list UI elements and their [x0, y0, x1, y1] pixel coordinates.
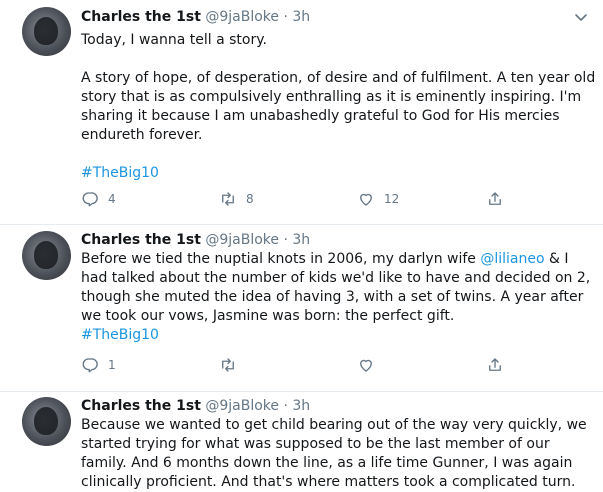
separator: ·: [283, 398, 288, 414]
share-button[interactable]: [486, 189, 504, 209]
tweet-paragraph: A story of hope, of desperation, of desi…: [81, 70, 596, 143]
retweet-count: 8: [246, 192, 254, 206]
tweet-header: Charles the 1st @9jaBloke · 3h: [81, 231, 310, 249]
like-button[interactable]: 12: [357, 189, 399, 209]
tweet-header: Charles the 1st @9jaBloke · 3h: [81, 8, 310, 26]
share-icon: [489, 358, 501, 371]
tweet-paragraph: Because we wanted to get child bearing o…: [81, 417, 587, 490]
avatar[interactable]: [22, 231, 71, 280]
tweet-text: Today, I wanna tell a story. A story of …: [81, 31, 596, 183]
avatar[interactable]: [22, 397, 71, 446]
display-name[interactable]: Charles the 1st: [81, 232, 201, 248]
tweet-actions: 4 8 12: [81, 189, 511, 209]
timestamp[interactable]: 3h: [292, 232, 310, 248]
tweet-paragraph: Today, I wanna tell a story.: [81, 32, 267, 48]
retweet-button[interactable]: [219, 355, 246, 375]
separator: ·: [283, 9, 288, 25]
reply-icon: [82, 358, 98, 373]
like-button[interactable]: [357, 355, 384, 375]
retweet-icon: [222, 192, 234, 206]
share-icon: [489, 192, 501, 205]
tweet-paragraph: Before we tied the nuptial knots in 2006…: [81, 250, 596, 326]
hashtag-link[interactable]: #TheBig10: [81, 326, 596, 345]
reply-button[interactable]: 1: [81, 355, 116, 375]
tweet-2[interactable]: Charles the 1st @9jaBloke · 3h Before we…: [0, 225, 603, 392]
heart-icon: [360, 359, 372, 372]
reply-count: 1: [108, 358, 116, 372]
handle[interactable]: @9jaBloke: [205, 232, 279, 248]
tweet-text: Before we tied the nuptial knots in 2006…: [81, 250, 596, 345]
reply-count: 4: [108, 192, 116, 206]
timestamp[interactable]: 3h: [292, 9, 310, 25]
retweet-icon: [222, 358, 234, 372]
tweet-text-part: Before we tied the nuptial knots in 2006…: [81, 251, 481, 267]
display-name[interactable]: Charles the 1st: [81, 9, 201, 25]
separator: ·: [283, 232, 288, 248]
retweet-button[interactable]: 8: [219, 189, 254, 209]
handle[interactable]: @9jaBloke: [205, 9, 279, 25]
share-button[interactable]: [486, 355, 504, 375]
hashtag-link[interactable]: #TheBig10: [81, 164, 596, 183]
chevron-down-icon[interactable]: [574, 10, 588, 24]
heart-icon: [360, 193, 372, 206]
display-name[interactable]: Charles the 1st: [81, 398, 201, 414]
mention-link[interactable]: @lilianeo: [480, 251, 544, 267]
tweet-text: Because we wanted to get child bearing o…: [81, 416, 596, 492]
reply-button[interactable]: 4: [81, 189, 116, 209]
timestamp[interactable]: 3h: [292, 398, 310, 414]
tweet-1[interactable]: Charles the 1st @9jaBloke · 3h Today, I …: [0, 0, 603, 225]
reply-icon: [82, 192, 98, 207]
avatar[interactable]: [22, 7, 71, 56]
tweet-3[interactable]: Charles the 1st @9jaBloke · 3h Because w…: [0, 392, 603, 490]
tweet-header: Charles the 1st @9jaBloke · 3h: [81, 397, 310, 415]
handle[interactable]: @9jaBloke: [205, 398, 279, 414]
tweet-actions: 1: [81, 355, 511, 375]
like-count: 12: [384, 192, 400, 206]
